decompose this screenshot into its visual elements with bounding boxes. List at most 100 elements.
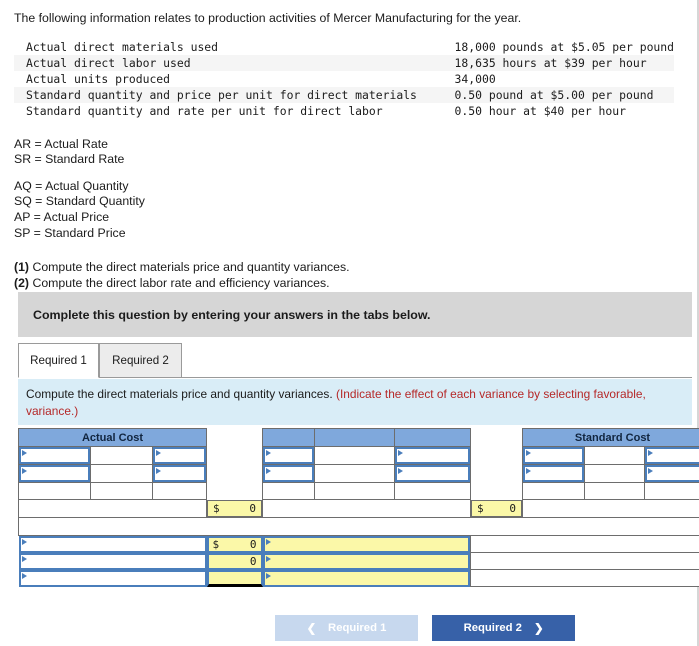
- variance-effect-cell[interactable]: [262, 552, 471, 570]
- input-cell[interactable]: [394, 446, 472, 465]
- fact-value: 0.50 hour at $40 per hour: [454, 103, 626, 118]
- variance-label-cell[interactable]: [18, 552, 207, 570]
- value-cell[interactable]: [90, 464, 153, 483]
- amount: 0: [249, 501, 257, 515]
- currency-symbol: $: [212, 537, 220, 551]
- variance-amount-input[interactable]: 0: [206, 552, 263, 570]
- dropdown-cell[interactable]: [395, 447, 471, 464]
- variance-dropdown[interactable]: [18, 569, 207, 587]
- standard-cost-header: Standard Cost: [522, 428, 699, 447]
- legend-spacer: [14, 168, 697, 179]
- blank-cell[interactable]: [262, 482, 316, 500]
- dropdown-cell[interactable]: [263, 447, 315, 464]
- variance-effect-dropdown[interactable]: [262, 535, 471, 553]
- blank-cell[interactable]: [90, 482, 153, 500]
- tab-required-1[interactable]: Required 1: [18, 343, 99, 378]
- table-row: Standard quantity and price per unit for…: [14, 86, 674, 103]
- tab-required-2[interactable]: Required 2: [99, 343, 182, 378]
- variance-amount-cell[interactable]: 0: [206, 552, 263, 570]
- spacer-cell: [206, 428, 263, 447]
- input-cell[interactable]: [644, 446, 699, 465]
- input-cell[interactable]: [262, 446, 316, 465]
- blank-cell[interactable]: [151, 482, 208, 500]
- total-trail-cell: [522, 499, 699, 518]
- standard-total-cell[interactable]: $ 0: [470, 499, 523, 517]
- variance-dropdown[interactable]: [18, 552, 207, 570]
- blank-cell[interactable]: [584, 482, 646, 500]
- value-cell[interactable]: [584, 464, 646, 483]
- variance-dropdown[interactable]: [18, 535, 207, 553]
- dropdown-cell[interactable]: [523, 465, 585, 482]
- tab-strip: Required 1 Required 2: [18, 343, 692, 378]
- value-cell[interactable]: [90, 446, 153, 465]
- variance-label-cell[interactable]: [18, 569, 207, 587]
- prompt-black-text: Compute the direct materials price and q…: [26, 387, 333, 401]
- input-cell[interactable]: [522, 464, 586, 483]
- value-cell[interactable]: [314, 446, 396, 465]
- dropdown-cell[interactable]: [153, 447, 207, 464]
- worksheet-total-row: $ 0 $ 0: [17, 499, 699, 518]
- variance-amount-input[interactable]: $ 0: [206, 535, 263, 553]
- spacer-cell: [470, 446, 523, 465]
- table-row: Actual direct materials used 18,000 poun…: [14, 39, 674, 55]
- variance-effect-cell[interactable]: [262, 569, 471, 587]
- variance-effect-dropdown[interactable]: [262, 552, 471, 570]
- value-cell[interactable]: [314, 464, 396, 483]
- spacer-cell: [470, 464, 523, 483]
- input-cell[interactable]: [394, 464, 472, 483]
- variance-trail-cell: [470, 552, 699, 570]
- legend-line: AP = Actual Price: [14, 210, 110, 225]
- spacer-cell: [206, 446, 263, 465]
- input-cell[interactable]: [151, 446, 208, 465]
- instruction-banner-text: Complete this question by entering your …: [33, 307, 431, 322]
- variance-label-cell[interactable]: [18, 535, 207, 553]
- dropdown-cell[interactable]: [645, 465, 699, 482]
- blank-cell[interactable]: [394, 482, 472, 500]
- variance-amount-input[interactable]: [206, 569, 263, 587]
- input-cell[interactable]: [644, 464, 699, 483]
- worksheet-input-row: [18, 464, 699, 483]
- blank-cell[interactable]: [18, 482, 91, 500]
- currency-symbol: $: [477, 501, 484, 515]
- variance-effect-dropdown[interactable]: [262, 569, 471, 587]
- fact-label: Actual direct materials used: [26, 39, 219, 54]
- requirements-block: (1) Compute the direct materials price a…: [14, 260, 697, 292]
- value-cell[interactable]: [584, 446, 646, 465]
- legend-block: AR = Actual Rate SR = Standard Rate AQ =…: [14, 137, 697, 242]
- input-cell[interactable]: [151, 464, 208, 483]
- input-cell[interactable]: [262, 464, 316, 483]
- variance-amount-cell[interactable]: [206, 569, 263, 587]
- blank-cell[interactable]: [522, 482, 586, 500]
- spacer-cell: [206, 464, 263, 483]
- blank-cell[interactable]: [644, 482, 699, 500]
- legend-line: SP = Standard Price: [14, 225, 126, 240]
- dropdown-cell[interactable]: [395, 465, 471, 482]
- requirement-line: (1) Compute the direct materials price a…: [14, 260, 697, 276]
- legend-line: AQ = Actual Quantity: [14, 178, 129, 193]
- worksheet-blank-row: [18, 482, 699, 500]
- variance-trail-cell: [470, 569, 699, 587]
- actual-total-value[interactable]: $ 0: [207, 499, 263, 517]
- dropdown-cell[interactable]: [19, 465, 90, 482]
- input-cell[interactable]: [522, 446, 586, 465]
- variance-effect-cell[interactable]: [262, 535, 471, 553]
- previous-required-button[interactable]: ❮ Required 1: [275, 615, 418, 641]
- fact-value: 0.50 pound at $5.00 per pound: [454, 87, 654, 102]
- standard-total-value[interactable]: $ 0: [471, 499, 523, 517]
- dropdown-cell[interactable]: [19, 447, 90, 464]
- dropdown-cell[interactable]: [645, 447, 699, 464]
- actual-total-cell[interactable]: $ 0: [206, 499, 263, 517]
- actual-cost-header: Actual Cost: [17, 428, 208, 447]
- dropdown-cell[interactable]: [153, 465, 207, 482]
- blank-cell[interactable]: [314, 482, 396, 500]
- input-cell[interactable]: [18, 464, 91, 483]
- fact-label: Actual direct labor used: [26, 55, 191, 70]
- prompt-panel: Compute the direct materials price and q…: [18, 379, 692, 425]
- dropdown-cell[interactable]: [523, 447, 585, 464]
- dropdown-cell[interactable]: [263, 465, 315, 482]
- next-button-label: Required 2: [463, 622, 522, 634]
- next-required-button[interactable]: Required 2 ❯: [432, 615, 575, 641]
- worksheet-variance-row: $ 0: [18, 534, 699, 553]
- input-cell[interactable]: [18, 446, 91, 465]
- variance-amount-cell[interactable]: $ 0: [206, 535, 263, 553]
